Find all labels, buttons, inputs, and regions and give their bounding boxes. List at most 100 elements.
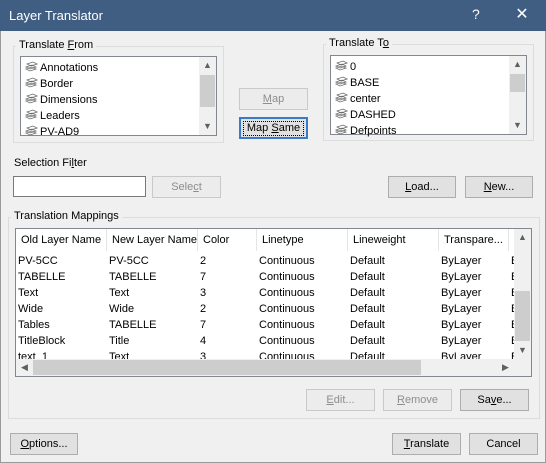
list-item[interactable]: BASE (335, 75, 379, 91)
layer-stack-icon (25, 109, 38, 120)
cell-old-layer: Tables (18, 319, 50, 331)
scroll-thumb[interactable] (33, 360, 421, 375)
layer-stack-icon (335, 60, 348, 71)
table-row[interactable]: TitleBlock Title 4 Continuous Default By… (16, 333, 518, 349)
cell-new-layer: Text (109, 287, 130, 299)
cell-old-layer: TitleBlock (18, 335, 66, 347)
chevron-up-icon[interactable]: ▲ (514, 229, 531, 246)
horizontal-scrollbar[interactable]: ◀ ▶ (16, 359, 514, 376)
layer-stack-icon (335, 76, 348, 87)
cell-linetype: Continuous (259, 271, 315, 283)
cell-old-layer: Text (18, 287, 39, 299)
cell-transparency: ByLayer (441, 271, 482, 283)
vertical-scrollbar[interactable]: ▲ ▼ (199, 57, 216, 135)
list-item[interactable]: Annotations (25, 60, 98, 76)
chevron-down-icon[interactable]: ▼ (514, 342, 531, 359)
vertical-scrollbar[interactable]: ▲ ▼ (514, 229, 531, 359)
table-row[interactable]: Tables TABELLE 7 Continuous Default ByLa… (16, 317, 518, 333)
map-same-button[interactable]: Map Same (239, 117, 308, 139)
column-header-new-layer-name[interactable]: New Layer Name (107, 229, 198, 251)
cell-lineweight: Default (350, 303, 385, 315)
edit-button[interactable]: Edit... (306, 389, 375, 411)
cell-linetype: Continuous (259, 303, 315, 315)
new-button[interactable]: New... (465, 176, 533, 198)
table-row[interactable]: Text Text 3 Continuous Default ByLayer B (16, 285, 518, 301)
remove-button[interactable]: Remove (383, 389, 452, 411)
map-button[interactable]: Map (239, 88, 308, 110)
chevron-down-icon[interactable]: ▼ (199, 118, 216, 135)
cell-transparency: ByLayer (441, 319, 482, 331)
cell-transparency: ByLayer (441, 335, 482, 347)
cell-new-layer: TABELLE (109, 271, 157, 283)
scroll-thumb[interactable] (200, 75, 215, 107)
list-item[interactable]: Leaders (25, 108, 80, 124)
cell-new-layer: Title (109, 335, 130, 347)
table-row[interactable]: TABELLE TABELLE 7 Continuous Default ByL… (16, 269, 518, 285)
translate-to-label: Translate To (326, 37, 392, 49)
translation-mappings-label: Translation Mappings (11, 210, 122, 222)
cell-linetype: Continuous (259, 335, 315, 347)
list-item[interactable]: center (335, 91, 381, 107)
options-button[interactable]: Options... (10, 433, 78, 455)
list-item[interactable]: 0 (335, 59, 356, 75)
cell-color: 7 (200, 319, 207, 331)
list-item[interactable]: Border (25, 76, 73, 92)
selection-filter-label: Selection Filter (14, 157, 87, 169)
column-header-linetype[interactable]: Linetype (257, 229, 348, 251)
help-button[interactable]: ? (472, 6, 480, 22)
cell-color: 3 (200, 287, 207, 299)
close-icon[interactable]: ✕ (510, 4, 534, 26)
save-button[interactable]: Save... (460, 389, 529, 411)
cell-transparency: ByLayer (441, 287, 482, 299)
table-header: Old Layer Name New Layer Name Color Line… (16, 229, 519, 251)
cell-lineweight: Default (350, 335, 385, 347)
table-row[interactable]: PV-5CC PV-5CC 2 Continuous Default ByLay… (16, 253, 518, 269)
cell-new-layer: TABELLE (109, 319, 157, 331)
list-item[interactable]: PV-AD9 (25, 124, 79, 140)
cell-new-layer: Wide (109, 303, 135, 315)
load-button[interactable]: Load... (388, 176, 456, 198)
column-header-transparency[interactable]: Transpare... (439, 229, 509, 251)
cell-lineweight: Default (350, 287, 385, 299)
column-header-color[interactable]: Color (198, 229, 257, 251)
cell-color: 2 (200, 255, 207, 267)
vertical-scrollbar[interactable]: ▲ ▼ (509, 56, 526, 134)
chevron-down-icon[interactable]: ▼ (509, 117, 526, 134)
column-header-lineweight[interactable]: Lineweight (348, 229, 439, 251)
list-item[interactable]: DASHED (335, 107, 396, 123)
table-row[interactable]: Wide Wide 2 Continuous Default ByLayer B (16, 301, 518, 317)
cell-new-layer: PV-5CC (109, 255, 149, 267)
list-item[interactable]: Dimensions (25, 92, 97, 108)
cell-lineweight: Default (350, 255, 385, 267)
chevron-right-icon[interactable]: ▶ (497, 359, 514, 376)
cell-lineweight: Default (350, 271, 385, 283)
translate-to-list[interactable]: 0 BASE center DASHED Defpoints ▲ ▼ (330, 55, 527, 137)
chevron-left-icon[interactable]: ◀ (16, 359, 33, 376)
scroll-thumb[interactable] (515, 291, 530, 341)
scroll-thumb[interactable] (510, 74, 525, 92)
window-title: Layer Translator (9, 8, 103, 23)
layer-stack-icon (25, 93, 38, 104)
selection-filter-input[interactable] (13, 176, 146, 197)
scroll-corner (514, 359, 531, 376)
layer-stack-icon (335, 92, 348, 103)
translate-from-label: Translate From (16, 39, 97, 51)
translate-from-list[interactable]: Annotations Border Dimensions Leaders PV… (20, 56, 217, 138)
cell-color: 2 (200, 303, 207, 315)
mappings-table[interactable]: Old Layer Name New Layer Name Color Line… (15, 228, 532, 377)
cell-lineweight: Default (350, 319, 385, 331)
select-button[interactable]: Select (152, 176, 221, 198)
cell-color: 4 (200, 335, 207, 347)
translate-button[interactable]: Translate (392, 433, 461, 455)
chevron-up-icon[interactable]: ▲ (509, 56, 526, 73)
cancel-button[interactable]: Cancel (469, 433, 538, 455)
cell-transparency: ByLayer (441, 255, 482, 267)
chevron-up-icon[interactable]: ▲ (199, 57, 216, 74)
column-header-old-layer-name[interactable]: Old Layer Name (16, 229, 107, 251)
list-item[interactable]: Defpoints (335, 123, 396, 139)
cell-linetype: Continuous (259, 255, 315, 267)
layer-stack-icon (25, 77, 38, 88)
layer-stack-icon (335, 124, 348, 135)
cell-transparency: ByLayer (441, 303, 482, 315)
title-bar: Layer Translator ? ✕ (0, 0, 546, 31)
